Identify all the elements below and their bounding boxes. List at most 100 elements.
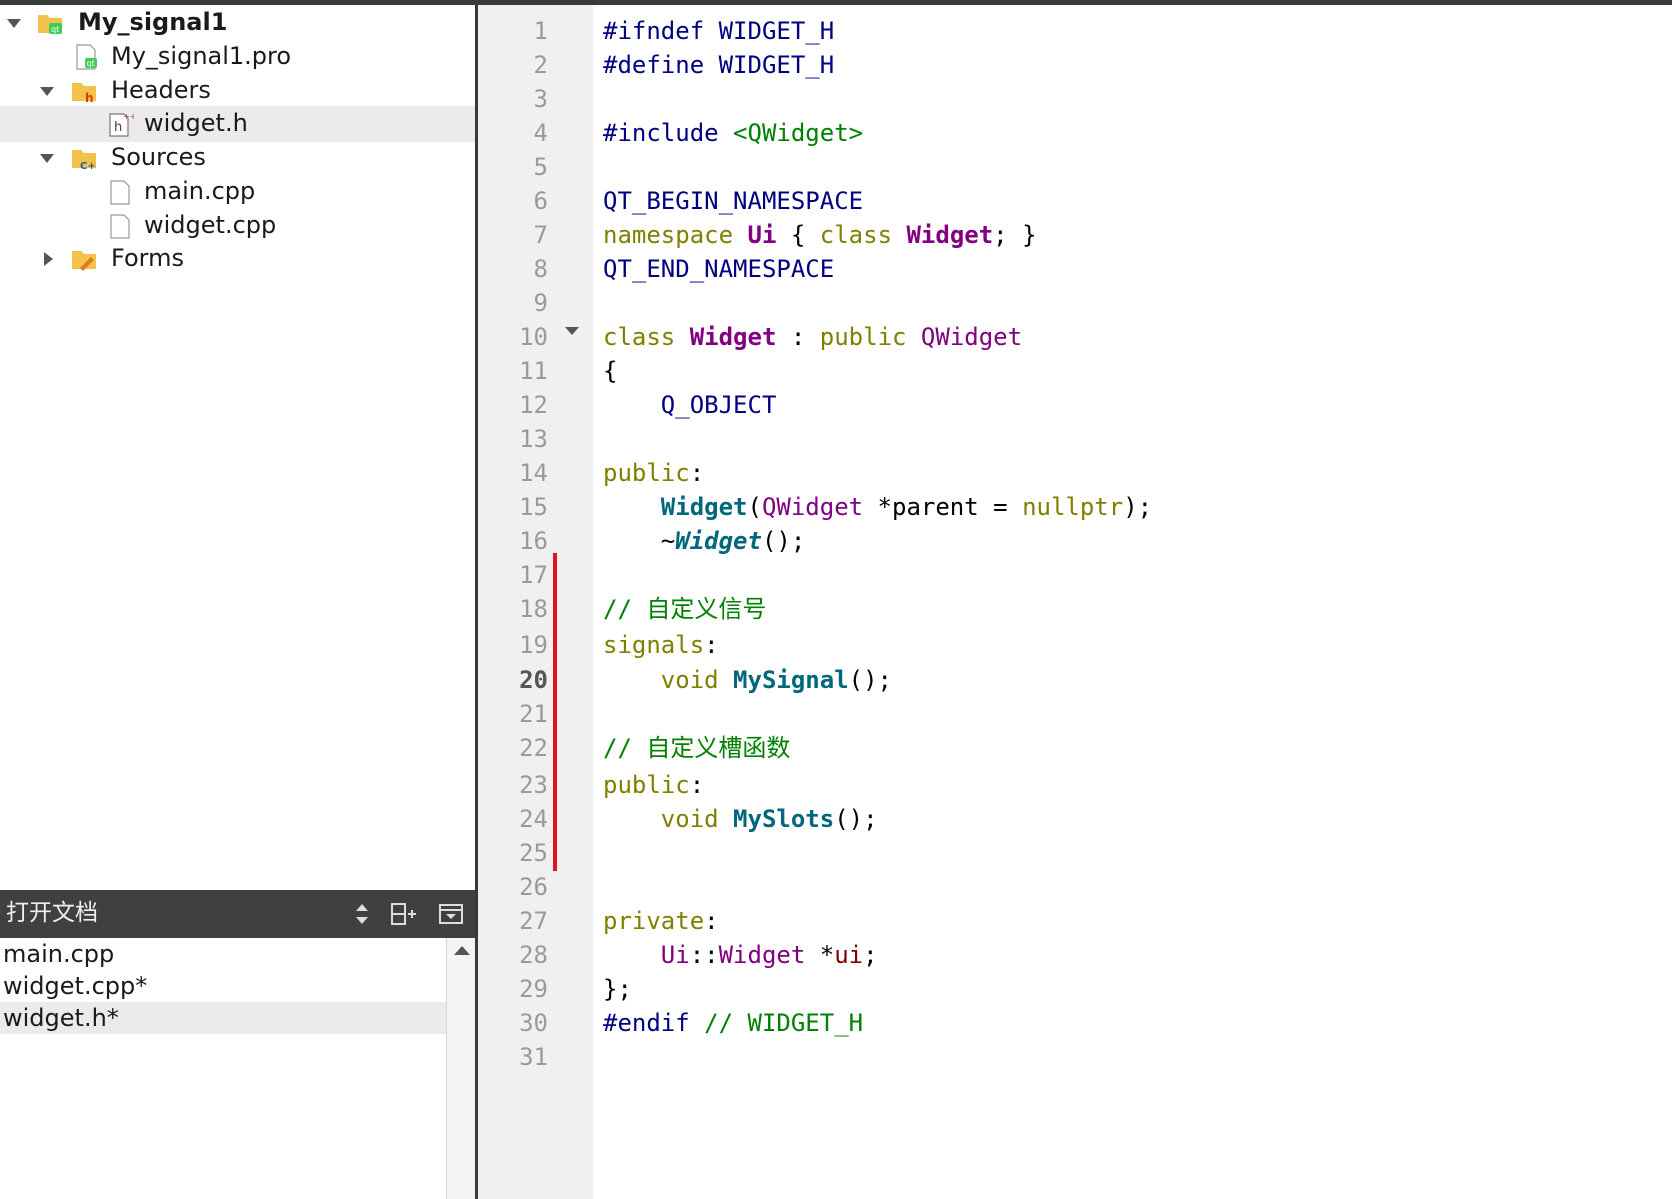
- tree-item-sources[interactable]: C+ Sources: [0, 140, 475, 176]
- svg-text:h: h: [114, 120, 122, 135]
- main-cpp-label: main.cpp: [144, 177, 256, 205]
- line-number: 16: [519, 527, 548, 555]
- keyword-token: public: [603, 771, 690, 799]
- chevron-down-icon[interactable]: [7, 19, 21, 28]
- line-number: 21: [519, 700, 548, 728]
- line-number: 7: [533, 221, 548, 249]
- open-document-item[interactable]: widget.h*: [0, 1002, 446, 1034]
- line-number: 22: [519, 734, 548, 762]
- svg-text:qt: qt: [87, 59, 95, 68]
- punct-token: (: [747, 493, 762, 521]
- qt-pro-file-icon: qt: [76, 44, 97, 70]
- keyword-token: void: [660, 805, 719, 833]
- chevron-down-icon[interactable]: [40, 87, 54, 96]
- code-line-4: #include <QWidget>: [603, 118, 863, 148]
- param-token: *parent =: [863, 493, 1023, 521]
- scroll-up-arrow-icon[interactable]: [454, 946, 470, 955]
- punct-token: ::: [689, 941, 719, 969]
- punct-token: {: [776, 221, 820, 249]
- keyword-token: nullptr: [1022, 493, 1124, 521]
- file-icon: [110, 214, 130, 239]
- macro-token: WIDGET_H: [704, 17, 835, 45]
- open-documents-title: 打开文档: [6, 900, 98, 926]
- type-token: Widget: [718, 941, 806, 969]
- code-line-27: private:: [603, 906, 719, 936]
- code-line-1: #ifndef WIDGET_H: [603, 16, 834, 46]
- line-number: 24: [519, 805, 548, 833]
- code-line-29: };: [603, 974, 632, 1004]
- keyword-token: namespace: [603, 221, 734, 249]
- code-line-24: void MySlots();: [603, 804, 878, 834]
- punct-token: ;: [863, 941, 878, 969]
- punct-token: :: [776, 323, 820, 351]
- line-number: 18: [519, 595, 548, 623]
- comment-token: // 自定义槽函数: [603, 734, 791, 762]
- tree-item-forms[interactable]: Forms: [0, 241, 475, 277]
- open-documents-list: main.cpp widget.cpp* widget.h*: [0, 938, 446, 1199]
- svg-text:qt: qt: [51, 25, 59, 34]
- include-path-token: <QWidget>: [718, 119, 864, 147]
- forms-folder-icon: [72, 251, 96, 271]
- namespace-token: Ui: [660, 941, 690, 969]
- type-token: QWidget: [761, 493, 864, 521]
- preprocessor-token: #include: [603, 119, 719, 147]
- code-line-6: QT_BEGIN_NAMESPACE: [603, 186, 863, 216]
- function-name-token: MySlots: [733, 805, 835, 833]
- tree-item-widget-h[interactable]: h ++ widget.h: [0, 106, 475, 142]
- keyword-token: class: [819, 221, 893, 249]
- line-number: 29: [519, 975, 548, 1003]
- close-panel-icon[interactable]: [437, 900, 465, 928]
- keyword-token: class: [603, 323, 676, 351]
- line-number: 26: [519, 873, 548, 901]
- code-line-19: signals:: [603, 630, 719, 660]
- chevron-down-icon[interactable]: [40, 154, 54, 163]
- open-documents-header: 打开文档: [0, 890, 475, 938]
- qt-project-folder-icon: qt: [38, 15, 62, 34]
- macro-token: QT_END_NAMESPACE: [603, 255, 835, 283]
- keyword-token: public: [603, 459, 690, 487]
- fold-marker-icon[interactable]: [565, 327, 579, 335]
- svg-text:C+: C+: [80, 161, 96, 172]
- macro-token: WIDGET_H: [704, 51, 835, 79]
- open-document-item[interactable]: main.cpp: [0, 938, 446, 970]
- destructor-token: Widget: [675, 527, 762, 555]
- headers-label: Headers: [111, 76, 211, 104]
- code-line-28: Ui::Widget *ui;: [603, 940, 878, 970]
- code-line-8: QT_END_NAMESPACE: [603, 254, 834, 284]
- line-number: 15: [519, 493, 548, 521]
- tree-item-pro-file[interactable]: qt My_signal1.pro: [0, 39, 475, 75]
- punct-token: :: [704, 631, 719, 659]
- tree-item-widget-cpp[interactable]: widget.cpp: [0, 208, 475, 244]
- class-name-token: Widget: [906, 221, 994, 249]
- punct-token: :: [704, 907, 719, 935]
- line-number: 27: [519, 907, 548, 935]
- line-number: 30: [519, 1009, 548, 1037]
- keyword-token: private: [603, 907, 705, 935]
- line-number: 5: [533, 153, 548, 181]
- line-number: 10: [519, 323, 548, 351]
- tree-item-headers[interactable]: h Headers: [0, 73, 475, 109]
- preprocessor-token: #endif: [603, 1009, 690, 1037]
- keyword-token: public: [819, 323, 907, 351]
- preprocessor-token: #define: [603, 51, 705, 79]
- line-number: 3: [533, 85, 548, 113]
- headers-folder-icon: h: [72, 83, 96, 105]
- sources-label: Sources: [111, 143, 206, 171]
- sort-updown-icon[interactable]: [348, 900, 376, 928]
- open-document-item[interactable]: widget.cpp*: [0, 970, 446, 1002]
- code-line-10: class Widget : public QWidget: [603, 322, 1022, 352]
- code-line-22: // 自定义槽函数: [603, 733, 790, 763]
- keyword-token: signals: [603, 631, 705, 659]
- macro-token: QT_BEGIN_NAMESPACE: [603, 187, 864, 215]
- punct-token: {: [603, 357, 618, 385]
- line-number: 31: [519, 1043, 548, 1071]
- preprocessor-token: #ifndef: [603, 17, 705, 45]
- tree-item-main-cpp[interactable]: main.cpp: [0, 174, 475, 210]
- tree-item-project[interactable]: qt My_signal1: [0, 5, 475, 41]
- chevron-right-icon[interactable]: [44, 252, 53, 266]
- header-file-icon: h ++: [109, 112, 134, 137]
- line-number: 4: [533, 119, 548, 147]
- open-documents-scrollbar[interactable]: [446, 938, 475, 1199]
- code-line-16: ~Widget();: [603, 526, 806, 556]
- split-add-icon[interactable]: [389, 900, 417, 928]
